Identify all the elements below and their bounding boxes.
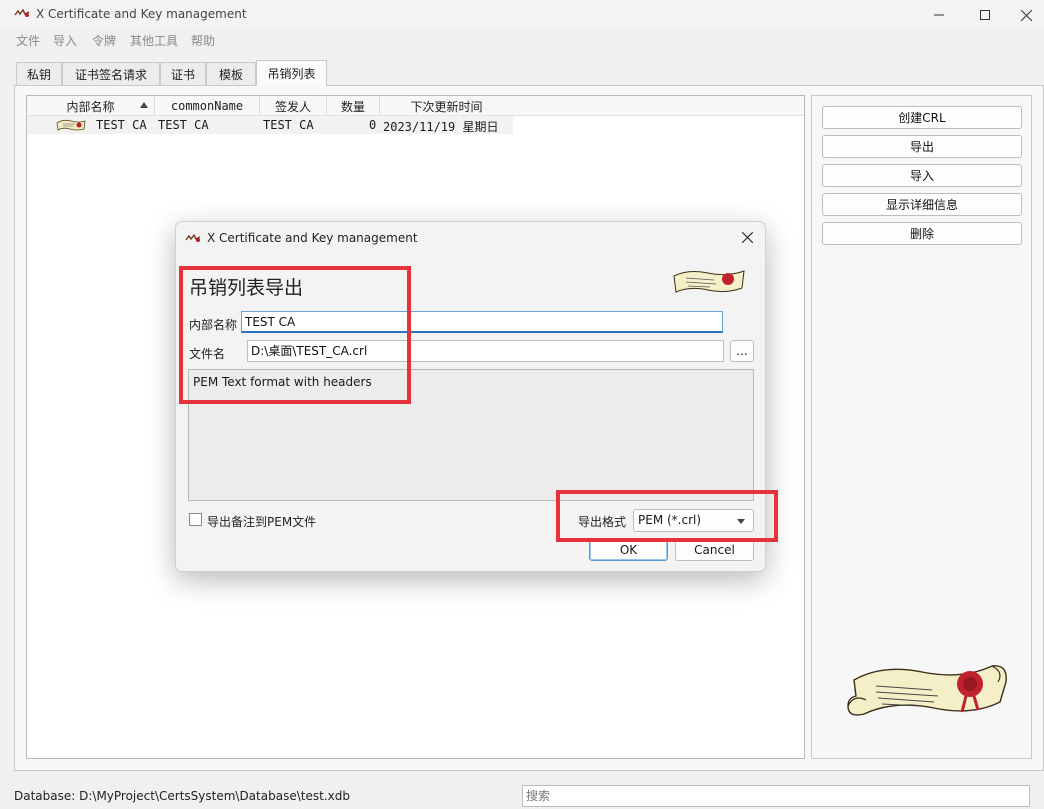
cell-next-update: 2023/11/19 星期日 [383, 120, 499, 134]
column-count[interactable]: 数量 [327, 96, 380, 116]
menu-bar: 文件 导入 令牌 其他工具 帮助 [0, 30, 1044, 50]
column-label: 内部名称 [66, 99, 115, 114]
cell-count: 0 [369, 118, 377, 132]
tab-templates[interactable]: 模板 [206, 62, 256, 86]
list-header: 内部名称 commonName 签发人 数量 下次更新时间 [27, 96, 804, 116]
title-bar: X Certificate and Key management [0, 0, 1044, 30]
cell-internal-name: TEST CA [96, 118, 147, 132]
delete-button[interactable]: 删除 [822, 222, 1022, 245]
search-input[interactable]: 搜索 [522, 785, 1030, 807]
minimize-icon [934, 14, 944, 16]
menu-other-tools[interactable]: 其他工具 [130, 32, 178, 49]
sort-ascending-icon [140, 102, 148, 108]
export-format-select[interactable]: PEM (*.crl) [633, 509, 754, 532]
tab-certificates[interactable]: 证书 [160, 62, 206, 86]
filename-label: 文件名 [189, 347, 226, 361]
database-path: Database: D:\MyProject\CertsSystem\Datab… [14, 789, 350, 803]
export-comment-checkbox[interactable] [189, 513, 202, 526]
crl-export-dialog: X Certificate and Key management 吊销列表导出 … [175, 221, 766, 572]
close-icon [741, 231, 754, 244]
export-format-value: PEM (*.crl) [638, 513, 702, 527]
browse-button[interactable]: ... [730, 340, 754, 362]
cell-issuer: TEST CA [263, 118, 314, 132]
internal-name-label: 内部名称 [189, 318, 238, 332]
menu-import[interactable]: 导入 [53, 32, 77, 49]
tab-revocation-lists[interactable]: 吊销列表 [256, 60, 327, 86]
menu-token[interactable]: 令牌 [92, 32, 116, 49]
maximize-icon [980, 10, 990, 20]
export-comment-label: 导出备注到PEM文件 [207, 515, 317, 529]
window-title: X Certificate and Key management [36, 7, 247, 21]
format-description-text: PEM Text format with headers [193, 375, 372, 389]
table-row[interactable]: TEST CA TEST CA TEST CA 0 2023/11/19 星期日 [27, 116, 513, 134]
export-button[interactable]: 导出 [822, 135, 1022, 158]
menu-file[interactable]: 文件 [16, 32, 40, 49]
ok-button[interactable]: OK [589, 539, 668, 561]
tab-private-keys[interactable]: 私钥 [16, 62, 62, 86]
dialog-heading: 吊销列表导出 [189, 277, 304, 299]
chevron-down-icon [737, 519, 745, 524]
menu-help[interactable]: 帮助 [191, 32, 215, 49]
column-issuer[interactable]: 签发人 [260, 96, 327, 116]
show-details-button[interactable]: 显示详细信息 [822, 193, 1022, 216]
close-icon [1020, 9, 1032, 21]
dialog-close-button[interactable] [741, 228, 754, 247]
app-icon [14, 9, 30, 17]
filename-input[interactable]: D:\桌面\TEST_CA.crl [247, 340, 724, 362]
format-description: PEM Text format with headers [188, 369, 754, 501]
cell-common-name: TEST CA [158, 118, 209, 132]
crl-scroll-illustration [847, 665, 1007, 716]
maximize-button[interactable] [962, 0, 1008, 30]
column-internal-name[interactable]: 内部名称 [27, 96, 155, 116]
cancel-button[interactable]: Cancel [675, 539, 754, 561]
create-crl-button[interactable]: 创建CRL [822, 106, 1022, 129]
crl-scroll-icon [673, 270, 745, 293]
tab-csr[interactable]: 证书签名请求 [62, 62, 160, 86]
import-button[interactable]: 导入 [822, 164, 1022, 187]
crl-scroll-icon [56, 119, 86, 131]
minimize-button[interactable] [916, 0, 962, 30]
column-next-update[interactable]: 下次更新时间 [380, 96, 513, 116]
close-button[interactable] [1008, 0, 1044, 30]
internal-name-input[interactable]: TEST CA [241, 311, 723, 333]
dialog-title: X Certificate and Key management [207, 231, 418, 245]
export-format-label: 导出格式 [578, 515, 627, 529]
column-common-name[interactable]: commonName [155, 96, 260, 116]
app-icon [185, 234, 201, 242]
